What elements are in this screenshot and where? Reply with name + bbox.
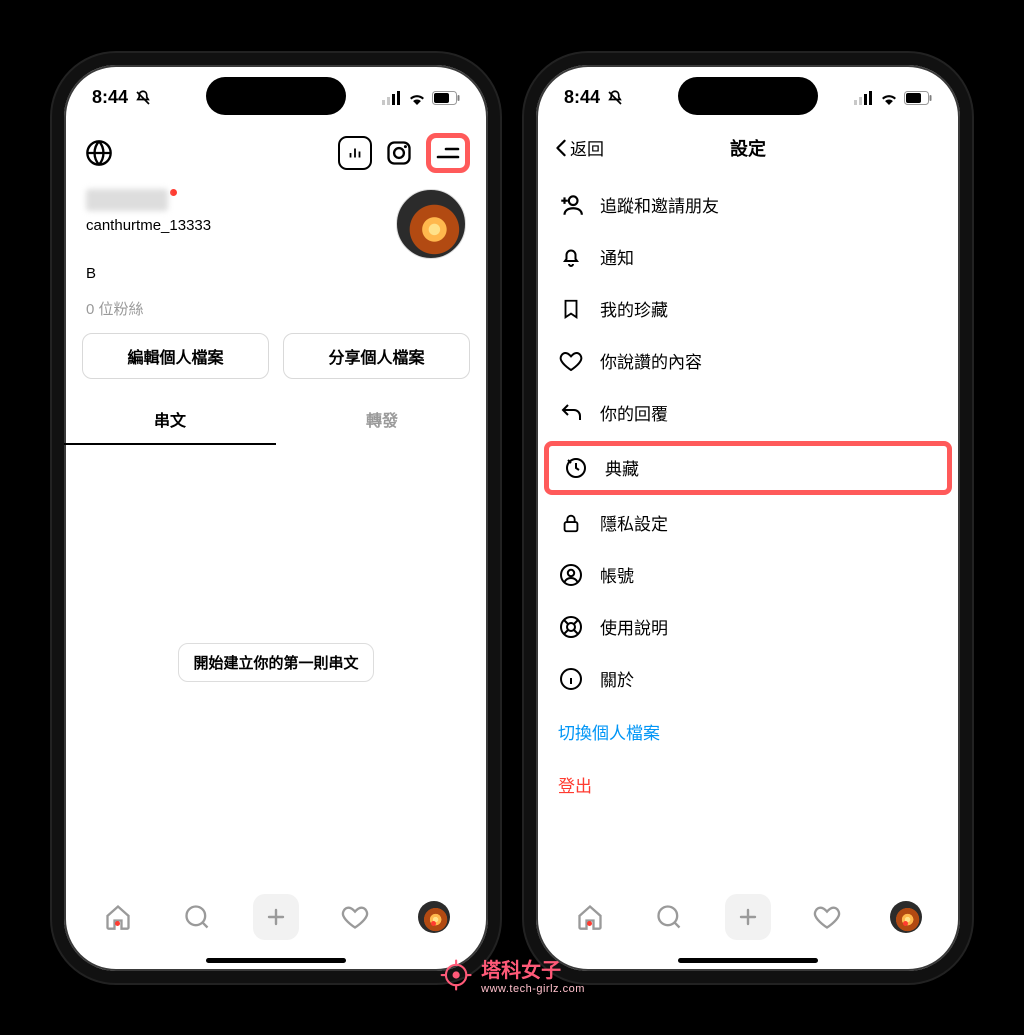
avatar[interactable]: [396, 189, 466, 259]
nav-home-icon[interactable]: [567, 894, 613, 940]
help-icon: [558, 614, 584, 640]
settings-label: 我的珍藏: [600, 296, 668, 321]
globe-icon[interactable]: [82, 136, 116, 170]
settings-item-about[interactable]: 關於: [536, 653, 960, 705]
logout-link[interactable]: 登出: [536, 758, 960, 811]
cellular-icon: [854, 91, 874, 105]
user-circle-icon: [558, 562, 584, 588]
heart-icon: [558, 348, 584, 374]
instagram-icon[interactable]: [382, 136, 416, 170]
home-indicator: [678, 958, 818, 963]
back-label: 返回: [570, 135, 604, 160]
settings-label: 使用說明: [600, 614, 668, 639]
nav-profile-icon[interactable]: [883, 894, 929, 940]
bell-icon: [558, 244, 584, 270]
settings-label: 你的回覆: [600, 400, 668, 425]
settings-item-notifications[interactable]: 通知: [536, 231, 960, 283]
tab-posts[interactable]: 串文: [64, 395, 276, 445]
insights-icon[interactable]: [338, 136, 372, 170]
settings-label: 你說讚的內容: [600, 348, 702, 373]
profile-bio: B: [64, 263, 488, 284]
battery-icon: [432, 91, 460, 105]
settings-label: 隱私設定: [600, 510, 668, 535]
settings-label: 帳號: [600, 562, 634, 587]
settings-item-help[interactable]: 使用說明: [536, 601, 960, 653]
phone-settings: 8:44 返回 設定 追蹤和邀請朋友: [524, 53, 972, 983]
bottom-nav: [536, 881, 960, 971]
settings-label: 關於: [600, 666, 634, 691]
chevron-left-icon: [554, 139, 568, 157]
nav-profile-icon[interactable]: [411, 894, 457, 940]
archive-clock-icon: [563, 455, 589, 481]
settings-label: 追蹤和邀請朋友: [600, 192, 719, 217]
tab-reposts[interactable]: 轉發: [276, 395, 488, 445]
dynamic-island: [678, 77, 818, 115]
settings-label: 典藏: [605, 455, 639, 480]
status-time: 8:44: [92, 87, 128, 108]
back-button[interactable]: 返回: [554, 135, 604, 160]
nav-search-icon[interactable]: [174, 894, 220, 940]
settings-list: 追蹤和邀請朋友 通知 我的珍藏 你說讚的內容 你的回覆: [536, 173, 960, 817]
menu-button-highlight: [426, 133, 470, 173]
settings-title: 設定: [730, 135, 766, 161]
settings-item-privacy[interactable]: 隱私設定: [536, 497, 960, 549]
watermark-title: 塔科女子: [481, 960, 561, 982]
cellular-icon: [382, 91, 402, 105]
nav-activity-icon[interactable]: [332, 894, 378, 940]
add-user-icon: [558, 192, 584, 218]
settings-item-liked[interactable]: 你說讚的內容: [536, 335, 960, 387]
phone-profile: 8:44: [52, 53, 500, 983]
reply-icon: [558, 400, 584, 426]
battery-icon: [904, 91, 932, 105]
home-indicator: [206, 958, 346, 963]
share-profile-button[interactable]: 分享個人檔案: [283, 333, 470, 379]
settings-item-account[interactable]: 帳號: [536, 549, 960, 601]
menu-icon[interactable]: [433, 140, 463, 166]
nav-create-icon[interactable]: [253, 894, 299, 940]
settings-item-replies[interactable]: 你的回覆: [536, 387, 960, 439]
status-time: 8:44: [564, 87, 600, 108]
silent-icon: [606, 89, 624, 107]
settings-label: 通知: [600, 244, 634, 269]
empty-feed: 開始建立你的第一則串文: [64, 445, 488, 881]
silent-icon: [134, 89, 152, 107]
watermark-logo-icon: [439, 958, 473, 992]
profile-tabs: 串文 轉發: [64, 395, 488, 445]
create-first-thread-button[interactable]: 開始建立你的第一則串文: [178, 643, 373, 682]
lock-icon: [558, 510, 584, 536]
notification-dot: [170, 189, 177, 196]
profile-header: canthurtme_13333: [64, 179, 488, 263]
followers-count[interactable]: 0 位粉絲: [64, 284, 488, 333]
info-icon: [558, 666, 584, 692]
settings-item-saved[interactable]: 我的珍藏: [536, 283, 960, 335]
edit-profile-button[interactable]: 編輯個人檔案: [82, 333, 269, 379]
settings-item-follow-invite[interactable]: 追蹤和邀請朋友: [536, 179, 960, 231]
wifi-icon: [879, 91, 899, 105]
dynamic-island: [206, 77, 346, 115]
nav-activity-icon[interactable]: [804, 894, 850, 940]
nav-home-icon[interactable]: [95, 894, 141, 940]
settings-item-archive[interactable]: 典藏: [544, 441, 952, 495]
bookmark-icon: [558, 296, 584, 322]
profile-handle: canthurtme_13333: [86, 217, 211, 234]
display-name-redacted: [86, 189, 168, 211]
watermark-url: www.tech-girlz.com: [481, 983, 585, 995]
wifi-icon: [407, 91, 427, 105]
nav-create-icon[interactable]: [725, 894, 771, 940]
nav-search-icon[interactable]: [646, 894, 692, 940]
watermark: 塔科女子 www.tech-girlz.com: [439, 954, 585, 995]
settings-header: 返回 設定: [536, 125, 960, 173]
bottom-nav: [64, 881, 488, 971]
switch-profile-link[interactable]: 切換個人檔案: [536, 705, 960, 758]
